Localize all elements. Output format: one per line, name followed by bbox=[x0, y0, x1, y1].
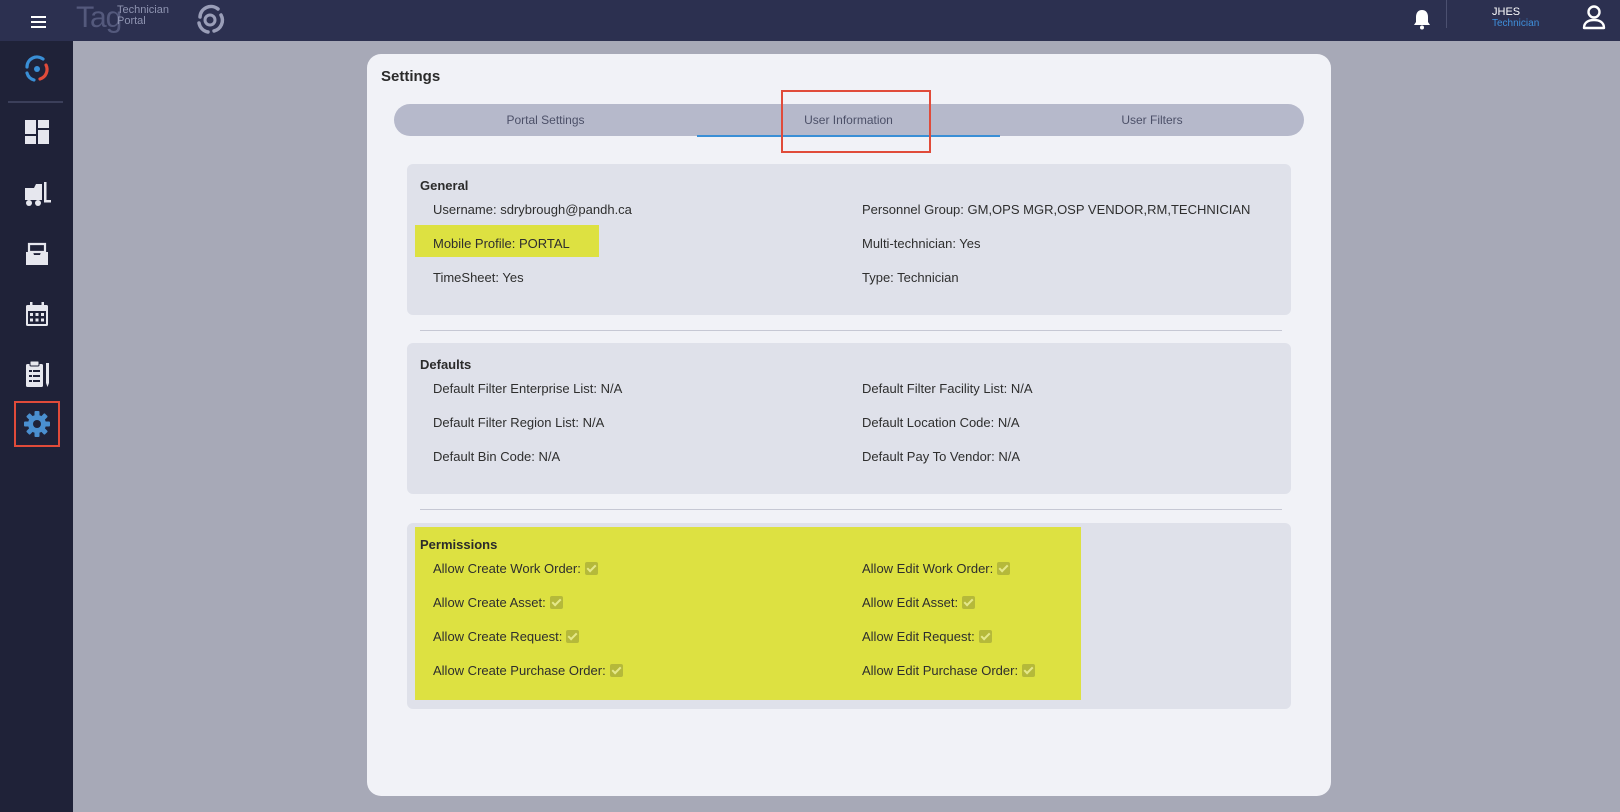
sidebar-separator bbox=[8, 101, 63, 103]
allow-edit-request: Allow Edit Request: bbox=[862, 629, 992, 644]
default-enterprise-list-field: Default Filter Enterprise List: N/A bbox=[433, 381, 623, 396]
calendar-icon bbox=[26, 302, 48, 326]
sidebar-item-requests[interactable] bbox=[14, 231, 60, 277]
section-divider bbox=[420, 330, 1282, 331]
checkbox-checked-icon bbox=[549, 596, 563, 609]
logo-text: Tag bbox=[76, 1, 122, 34]
checkbox-checked-icon bbox=[978, 630, 992, 643]
tab-user-filters[interactable]: User Filters bbox=[1000, 104, 1304, 136]
sidebar-item-settings[interactable] bbox=[14, 401, 60, 447]
user-name: JHES bbox=[1492, 6, 1521, 18]
allow-edit-work-order: Allow Edit Work Order: bbox=[862, 561, 1011, 576]
type-field: Type: Technician bbox=[862, 270, 959, 285]
swirl-logo-icon bbox=[25, 55, 49, 82]
user-information-annotation bbox=[781, 90, 931, 153]
swirl-logo-icon bbox=[197, 4, 225, 34]
allow-create-asset: Allow Create Asset: bbox=[433, 595, 563, 610]
truck-icon bbox=[25, 182, 51, 206]
mobile-profile-field: Mobile Profile: PORTAL bbox=[433, 236, 570, 251]
allow-edit-purchase-order: Allow Edit Purchase Order: bbox=[862, 663, 1036, 678]
default-bin-code-field: Default Bin Code: N/A bbox=[433, 449, 561, 464]
dashboard-icon bbox=[25, 120, 49, 144]
permissions-title: Permissions bbox=[420, 537, 498, 552]
permissions-section: Permissions Allow Create Work Order: All… bbox=[407, 523, 1291, 709]
personnel-group-field: Personnel Group: GM,OPS MGR,OSP VENDOR,R… bbox=[862, 202, 1251, 217]
allow-create-request-label: Allow Create Request: bbox=[433, 629, 563, 644]
page-title: Settings bbox=[381, 68, 441, 85]
sidebar bbox=[0, 41, 73, 812]
default-region-list-field: Default Filter Region List: N/A bbox=[433, 415, 605, 430]
general-title: General bbox=[420, 178, 469, 193]
allow-create-purchase-order: Allow Create Purchase Order: bbox=[433, 663, 623, 678]
top-bar-divider bbox=[1446, 0, 1447, 28]
default-location-code-field: Default Location Code: N/A bbox=[862, 415, 1020, 430]
checkbox-checked-icon bbox=[609, 664, 623, 677]
gear-icon bbox=[24, 411, 50, 437]
checkbox-checked-icon bbox=[962, 596, 976, 609]
default-pay-to-vendor-field: Default Pay To Vendor: N/A bbox=[862, 449, 1021, 464]
allow-create-asset-label: Allow Create Asset: bbox=[433, 595, 546, 610]
allow-create-work-order-label: Allow Create Work Order: bbox=[433, 561, 581, 576]
user-info[interactable]: JHES Technician bbox=[1492, 6, 1539, 29]
settings-card: Settings Portal Settings User Informatio… bbox=[367, 54, 1331, 796]
allow-edit-request-label: Allow Edit Request: bbox=[862, 629, 975, 644]
checkbox-checked-icon bbox=[997, 562, 1011, 575]
sidebar-item-calendar[interactable] bbox=[14, 291, 60, 337]
default-facility-list-field: Default Filter Facility List: N/A bbox=[862, 381, 1033, 396]
logo-subtitle: Technician Portal bbox=[117, 5, 177, 27]
username-field: Username: sdrybrough@pandh.ca bbox=[433, 202, 632, 217]
allow-edit-asset: Allow Edit Asset: bbox=[862, 595, 976, 610]
user-role: Technician bbox=[1492, 18, 1540, 29]
profile-icon[interactable] bbox=[1580, 3, 1608, 33]
tab-portal-settings[interactable]: Portal Settings bbox=[394, 104, 697, 136]
allow-create-request: Allow Create Request: bbox=[433, 629, 580, 644]
sidebar-item-home[interactable] bbox=[14, 46, 60, 92]
general-section: General Username: sdrybrough@pandh.ca Pe… bbox=[407, 164, 1291, 315]
allow-edit-asset-label: Allow Edit Asset: bbox=[862, 595, 959, 610]
checkbox-checked-icon bbox=[566, 630, 580, 643]
allow-create-purchase-order-label: Allow Create Purchase Order: bbox=[433, 663, 606, 678]
checkbox-checked-icon bbox=[584, 562, 598, 575]
allow-create-work-order: Allow Create Work Order: bbox=[433, 561, 598, 576]
top-bar: Tag Technician Portal JHES Technician bbox=[0, 0, 1620, 41]
defaults-title: Defaults bbox=[420, 357, 472, 372]
multi-technician-field: Multi-technician: Yes bbox=[862, 236, 981, 251]
inbox-icon bbox=[26, 242, 48, 265]
sidebar-item-assets[interactable] bbox=[14, 171, 60, 217]
clipboard-icon bbox=[26, 360, 49, 387]
hamburger-menu-icon[interactable] bbox=[26, 9, 52, 33]
sidebar-item-work-orders[interactable] bbox=[14, 351, 60, 397]
checkbox-checked-icon bbox=[1022, 664, 1036, 677]
bell-icon[interactable] bbox=[1410, 6, 1434, 32]
allow-edit-purchase-order-label: Allow Edit Purchase Order: bbox=[862, 663, 1019, 678]
logo-subtitle-line2: Portal bbox=[117, 15, 146, 27]
section-divider bbox=[420, 509, 1282, 510]
sidebar-item-dashboard[interactable] bbox=[14, 109, 60, 155]
allow-edit-work-order-label: Allow Edit Work Order: bbox=[862, 561, 994, 576]
timesheet-field: TimeSheet: Yes bbox=[433, 270, 524, 285]
defaults-section: Defaults Default Filter Enterprise List:… bbox=[407, 343, 1291, 494]
